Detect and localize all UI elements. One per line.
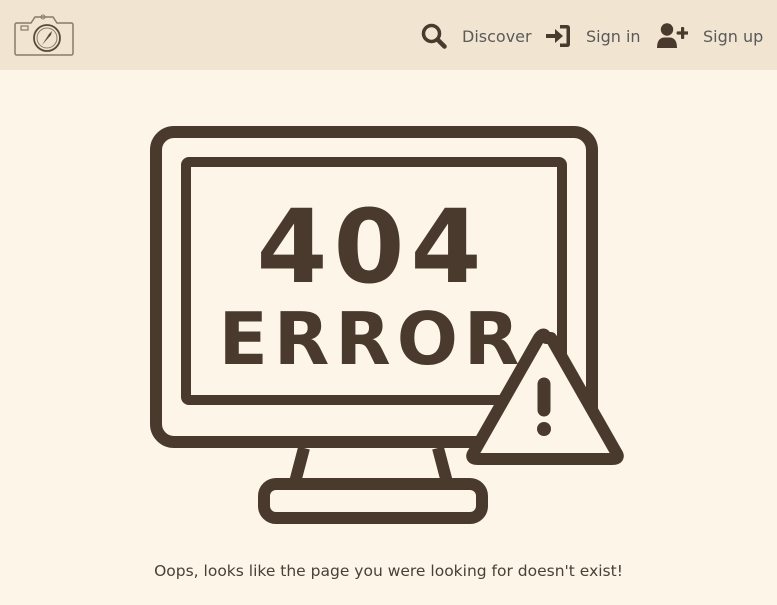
camera-compass-logo-icon[interactable] bbox=[13, 11, 75, 58]
search-icon bbox=[421, 23, 447, 49]
error-word-text: ERROR bbox=[219, 297, 526, 381]
nav-signup-label: Sign up bbox=[703, 26, 764, 46]
error-code-text: 404 bbox=[257, 188, 488, 307]
user-plus-icon bbox=[657, 23, 688, 49]
nav-discover-label: Discover bbox=[462, 26, 532, 46]
nav-signup-link[interactable]: Sign up bbox=[657, 18, 763, 54]
nav-signin-label: Sign in bbox=[586, 26, 641, 46]
nav-signin-link[interactable]: Sign in bbox=[546, 18, 641, 54]
nav-discover-link[interactable]: Discover bbox=[421, 18, 532, 54]
navbar: Discover Sign in Sign up bbox=[0, 0, 777, 70]
not-found-message: Oops, looks like the page you were looki… bbox=[154, 562, 623, 580]
sign-in-icon bbox=[546, 24, 571, 48]
error-404-illustration: 404 ERROR bbox=[150, 126, 630, 528]
